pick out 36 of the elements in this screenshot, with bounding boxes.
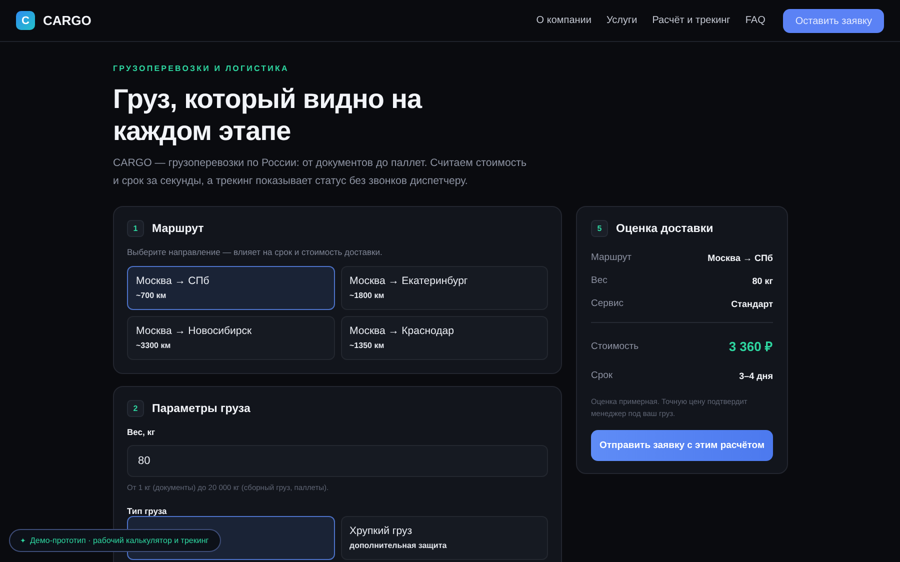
summary-value: Москва → СПб: [708, 252, 773, 262]
summary-label: Вес: [591, 275, 608, 286]
summary-label: Сервис: [591, 298, 624, 309]
nav-link[interactable]: Расчёт и трекинг: [652, 15, 730, 26]
cost-value: 3 360 ₽: [728, 338, 773, 355]
route-option[interactable]: Москва → Екатеринбург ~1800 км: [340, 266, 548, 310]
submit-button[interactable]: Отправить заявку с этим расчётом: [591, 430, 773, 461]
field-label: Вес, кг: [127, 427, 156, 437]
demo-text: Демо-прототип · рабочий калькулятор и трекинг: [30, 536, 209, 545]
route-option[interactable]: Москва → Новосибирск ~3300 км: [127, 316, 334, 360]
hero-lead: CARGO — грузоперевозки по России: от документов до паллет. Считаем стоимость и срок за секунды, а трекинг показывает статус без звонков диспетчеру.: [113, 156, 528, 189]
route-option[interactable]: Москва → Краснодар ~1350 км: [340, 316, 548, 360]
card-title: Параметры груза: [152, 402, 250, 414]
hero-title: Груз, который видно на каждом этапе: [113, 83, 424, 147]
weight-field[interactable]: 80: [127, 445, 548, 477]
summary-label: Маршрут: [591, 252, 632, 263]
route-hint: Выберите направление — влияет на срок и стоимость доставки.: [127, 247, 384, 257]
logo-icon: C: [16, 11, 35, 30]
step-number: 5: [591, 220, 608, 237]
brand-name: CARGO: [43, 13, 92, 28]
nav-link[interactable]: О компании: [536, 15, 592, 26]
nav-link[interactable]: FAQ: [745, 15, 766, 26]
summary-value: Стандарт: [731, 298, 773, 308]
term-label: Срок: [591, 370, 613, 381]
step-number: 1: [127, 220, 144, 237]
eyebrow-text: ГРУЗОПЕРЕВОЗКИ И ЛОГИСТИКА: [113, 64, 290, 73]
cost-label: Стоимость: [591, 340, 639, 352]
step-number: 2: [127, 400, 144, 417]
card-title: Оценка доставки: [616, 222, 714, 234]
summary-value: 80 кг: [752, 276, 773, 286]
cargo-type-option[interactable]: Хрупкий груз дополнительная защита: [340, 516, 548, 560]
field-label: Тип груза: [127, 506, 168, 516]
term-value: 3–4 дня: [739, 370, 773, 380]
nav-link[interactable]: Услуги: [606, 15, 638, 26]
route-option[interactable]: Москва → СПб ~700 км: [127, 266, 334, 310]
card-title: Маршрут: [152, 222, 204, 234]
